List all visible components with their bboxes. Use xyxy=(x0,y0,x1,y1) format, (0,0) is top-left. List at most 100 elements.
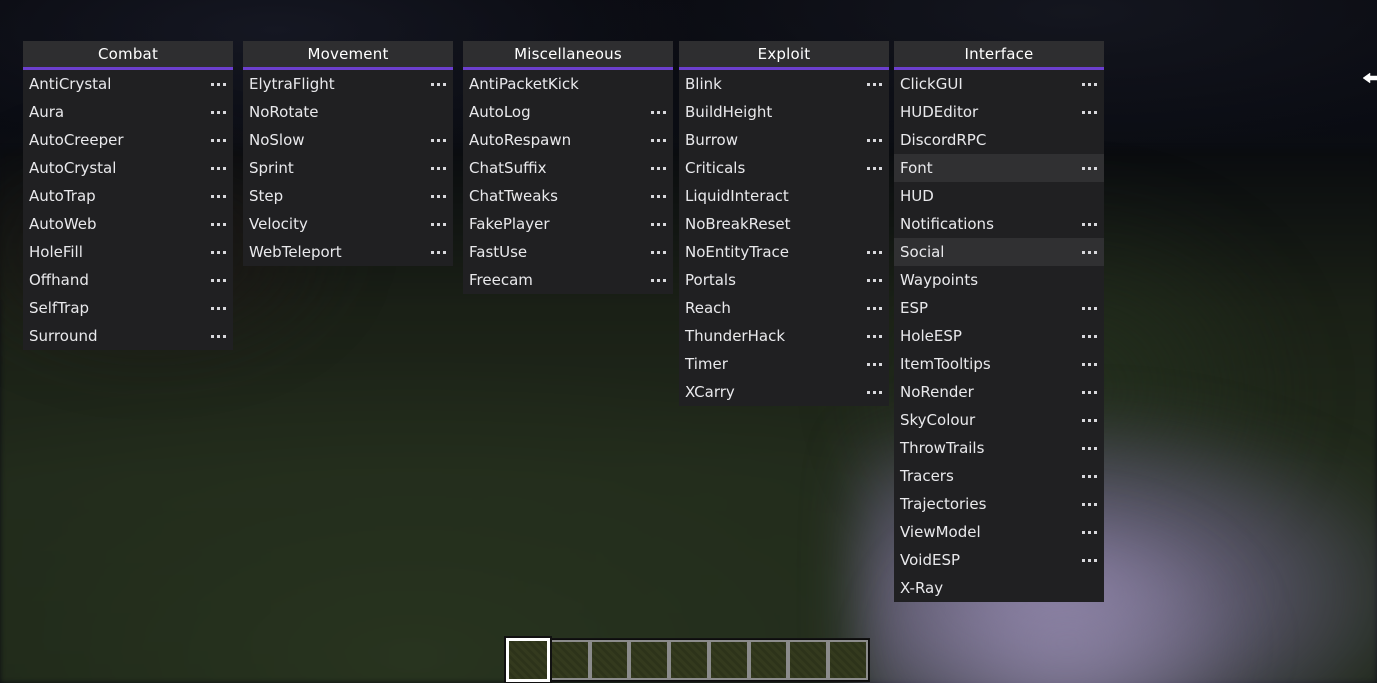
module-row[interactable]: Velocity xyxy=(243,210,453,238)
module-row[interactable]: Burrow xyxy=(679,126,889,154)
module-row[interactable]: BuildHeight xyxy=(679,98,889,126)
module-row[interactable]: HUDEditor xyxy=(894,98,1104,126)
panel-header-interface[interactable]: Interface xyxy=(894,41,1104,70)
module-row[interactable]: NoRender xyxy=(894,378,1104,406)
module-row[interactable]: SelfTrap xyxy=(23,294,233,322)
module-settings-ellipsis-icon[interactable] xyxy=(867,126,882,154)
panel-combat[interactable]: Combat AntiCrystal Aura AutoCreeper AutoCrys… xyxy=(23,41,233,350)
module-settings-ellipsis-icon[interactable] xyxy=(211,266,226,294)
hotbar-slot[interactable] xyxy=(629,640,670,680)
module-row[interactable]: NoEntityTrace xyxy=(679,238,889,266)
hotbar-slot[interactable] xyxy=(669,640,709,680)
module-row[interactable]: VoidESP xyxy=(894,546,1104,574)
module-row[interactable]: ThunderHack xyxy=(679,322,889,350)
module-settings-ellipsis-icon[interactable] xyxy=(867,350,882,378)
module-settings-ellipsis-icon[interactable] xyxy=(1082,210,1097,238)
module-row[interactable]: ChatTweaks xyxy=(463,182,673,210)
module-settings-ellipsis-icon[interactable] xyxy=(431,210,446,238)
module-settings-ellipsis-icon[interactable] xyxy=(1082,294,1097,322)
module-settings-ellipsis-icon[interactable] xyxy=(867,70,882,98)
module-settings-ellipsis-icon[interactable] xyxy=(1082,434,1097,462)
module-row[interactable]: ElytraFlight xyxy=(243,70,453,98)
module-settings-ellipsis-icon[interactable] xyxy=(651,210,666,238)
hotbar-slot[interactable] xyxy=(504,636,552,683)
module-row[interactable]: HUD xyxy=(894,182,1104,210)
module-settings-ellipsis-icon[interactable] xyxy=(1082,378,1097,406)
module-row[interactable]: Notifications xyxy=(894,210,1104,238)
module-settings-ellipsis-icon[interactable] xyxy=(867,378,882,406)
module-settings-ellipsis-icon[interactable] xyxy=(1082,322,1097,350)
module-row[interactable]: NoRotate xyxy=(243,98,453,126)
module-settings-ellipsis-icon[interactable] xyxy=(867,266,882,294)
panel-header-exploit[interactable]: Exploit xyxy=(679,41,889,70)
module-settings-ellipsis-icon[interactable] xyxy=(431,238,446,266)
module-settings-ellipsis-icon[interactable] xyxy=(1082,350,1097,378)
module-settings-ellipsis-icon[interactable] xyxy=(867,294,882,322)
hotbar-slot[interactable] xyxy=(549,640,590,680)
hotbar-slot[interactable] xyxy=(589,640,630,680)
module-settings-ellipsis-icon[interactable] xyxy=(1082,98,1097,126)
module-row[interactable]: HoleESP xyxy=(894,322,1104,350)
panel-exploit[interactable]: Exploit Blink BuildHeight Burrow Criticals Li… xyxy=(679,41,889,406)
module-settings-ellipsis-icon[interactable] xyxy=(211,294,226,322)
panel-header-combat[interactable]: Combat xyxy=(23,41,233,70)
module-settings-ellipsis-icon[interactable] xyxy=(431,182,446,210)
module-settings-ellipsis-icon[interactable] xyxy=(1082,238,1097,266)
module-settings-ellipsis-icon[interactable] xyxy=(211,210,226,238)
module-row[interactable]: Timer xyxy=(679,350,889,378)
hotbar-slot[interactable] xyxy=(788,640,829,680)
module-row[interactable]: Step xyxy=(243,182,453,210)
module-settings-ellipsis-icon[interactable] xyxy=(211,126,226,154)
module-row[interactable]: FakePlayer xyxy=(463,210,673,238)
module-settings-ellipsis-icon[interactable] xyxy=(867,322,882,350)
module-row[interactable]: Portals xyxy=(679,266,889,294)
module-row[interactable]: ThrowTrails xyxy=(894,434,1104,462)
module-row[interactable]: Reach xyxy=(679,294,889,322)
module-settings-ellipsis-icon[interactable] xyxy=(211,70,226,98)
module-row[interactable]: Sprint xyxy=(243,154,453,182)
module-settings-ellipsis-icon[interactable] xyxy=(651,98,666,126)
module-row[interactable]: AntiPacketKick xyxy=(463,70,673,98)
module-settings-ellipsis-icon[interactable] xyxy=(867,154,882,182)
module-row[interactable]: Criticals xyxy=(679,154,889,182)
module-settings-ellipsis-icon[interactable] xyxy=(431,70,446,98)
module-row[interactable]: ESP xyxy=(894,294,1104,322)
module-row[interactable]: DiscordRPC xyxy=(894,126,1104,154)
module-settings-ellipsis-icon[interactable] xyxy=(1082,406,1097,434)
module-settings-ellipsis-icon[interactable] xyxy=(651,154,666,182)
module-row[interactable]: Freecam xyxy=(463,266,673,294)
module-row[interactable]: AutoCrystal xyxy=(23,154,233,182)
panel-movement[interactable]: Movement ElytraFlight NoRotate NoSlow Sprint… xyxy=(243,41,453,266)
module-row[interactable]: Trajectories xyxy=(894,490,1104,518)
module-row[interactable]: Waypoints xyxy=(894,266,1104,294)
module-settings-ellipsis-icon[interactable] xyxy=(211,322,226,350)
module-row[interactable]: AutoCreeper xyxy=(23,126,233,154)
module-settings-ellipsis-icon[interactable] xyxy=(431,154,446,182)
module-settings-ellipsis-icon[interactable] xyxy=(431,126,446,154)
module-row[interactable]: AutoWeb xyxy=(23,210,233,238)
hotbar-slot[interactable] xyxy=(748,640,789,680)
module-settings-ellipsis-icon[interactable] xyxy=(867,238,882,266)
module-row[interactable]: AutoTrap xyxy=(23,182,233,210)
module-settings-ellipsis-icon[interactable] xyxy=(1082,490,1097,518)
module-row[interactable]: Blink xyxy=(679,70,889,98)
module-row[interactable]: AutoLog xyxy=(463,98,673,126)
module-row[interactable]: FastUse xyxy=(463,238,673,266)
hotbar-slot[interactable] xyxy=(828,640,869,680)
module-settings-ellipsis-icon[interactable] xyxy=(651,126,666,154)
module-settings-ellipsis-icon[interactable] xyxy=(651,238,666,266)
module-settings-ellipsis-icon[interactable] xyxy=(651,182,666,210)
module-row[interactable]: ChatSuffix xyxy=(463,154,673,182)
panel-header-movement[interactable]: Movement xyxy=(243,41,453,70)
module-row[interactable]: Tracers xyxy=(894,462,1104,490)
module-row[interactable]: AntiCrystal xyxy=(23,70,233,98)
module-row[interactable]: AutoRespawn xyxy=(463,126,673,154)
module-row[interactable]: Offhand xyxy=(23,266,233,294)
module-row[interactable]: WebTeleport xyxy=(243,238,453,266)
module-row[interactable]: ItemTooltips xyxy=(894,350,1104,378)
module-row[interactable]: Font xyxy=(894,154,1104,182)
module-row[interactable]: X-Ray xyxy=(894,574,1104,602)
module-row[interactable]: XCarry xyxy=(679,378,889,406)
module-settings-ellipsis-icon[interactable] xyxy=(211,154,226,182)
module-row[interactable]: SkyColour xyxy=(894,406,1104,434)
